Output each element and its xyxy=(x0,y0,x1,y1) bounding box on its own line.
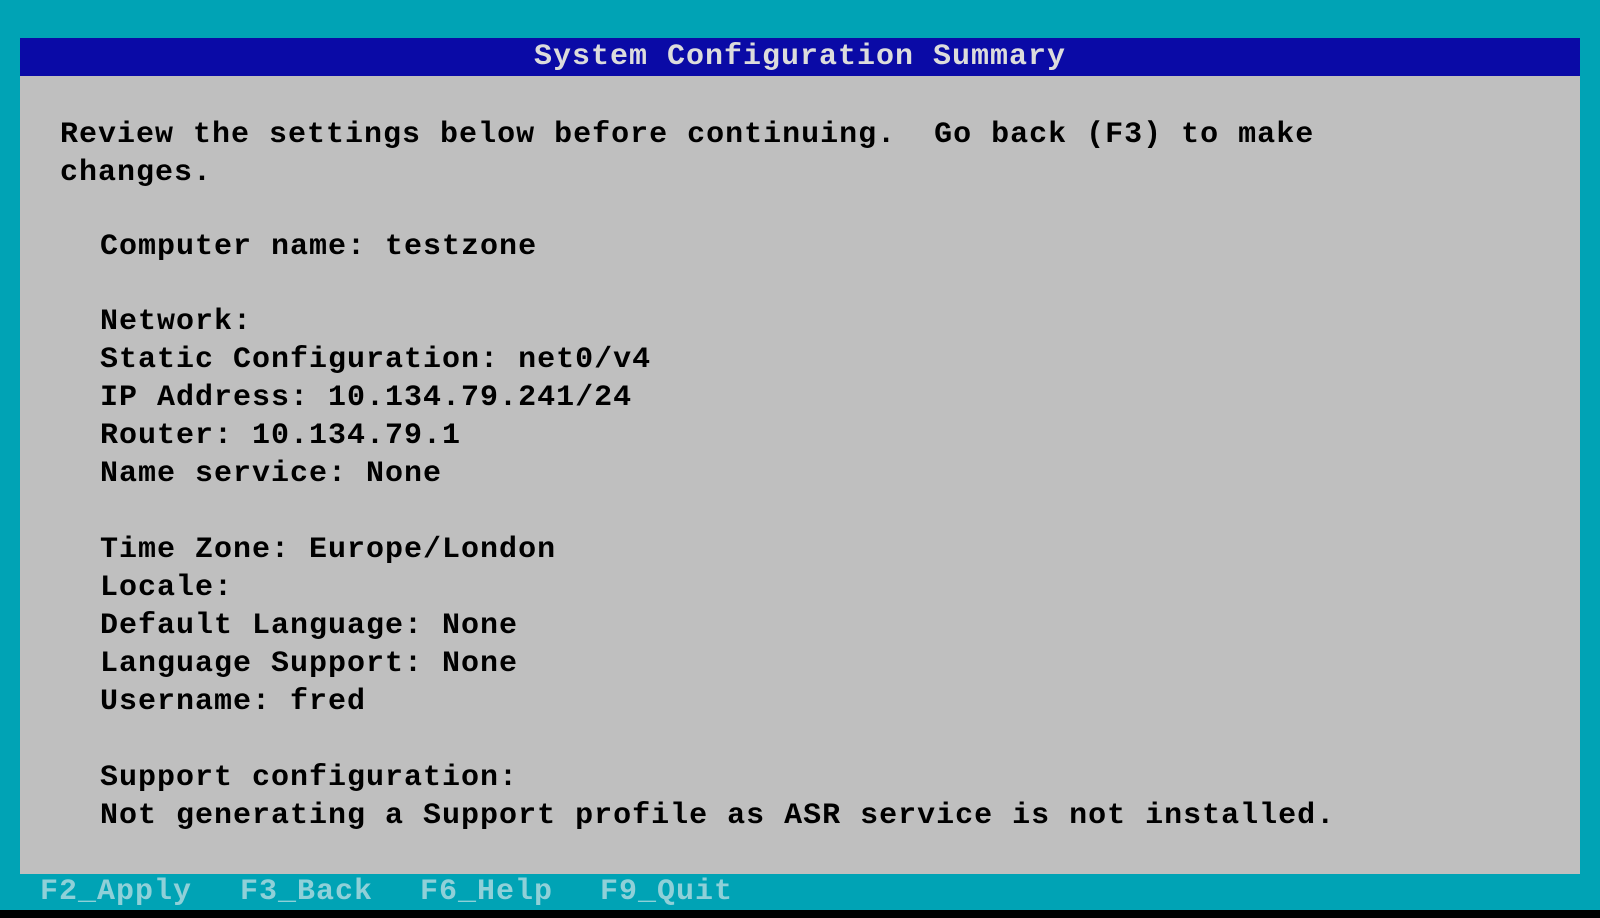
support-header: Support configuration: xyxy=(100,761,519,795)
language-support-row: Language Support: None xyxy=(100,647,519,681)
time-zone-row: Time Zone: Europe/London xyxy=(100,533,557,567)
router-row: Router: 10.134.79.1 xyxy=(100,419,462,453)
intro-line-1: Review the settings below before continu… xyxy=(60,118,1315,152)
locale-header: Locale: xyxy=(100,571,234,605)
bottom-border xyxy=(0,910,1600,918)
f2-apply-key[interactable]: F2_Apply xyxy=(40,874,192,910)
f6-help-key[interactable]: F6_Help xyxy=(420,874,553,910)
f9-quit-key[interactable]: F9_Quit xyxy=(600,874,733,910)
screen-title: System Configuration Summary xyxy=(20,38,1580,76)
computer-name-row: Computer name: testzone xyxy=(100,230,538,264)
support-note: Not generating a Support profile as ASR … xyxy=(100,799,1336,833)
ip-address-row: IP Address: 10.134.79.241/24 xyxy=(100,381,633,415)
summary-panel: Review the settings below before continu… xyxy=(20,76,1580,874)
f3-back-key[interactable]: F3_Back xyxy=(240,874,373,910)
intro-line-2: changes. xyxy=(60,156,213,190)
default-language-row: Default Language: None xyxy=(100,609,519,643)
network-header: Network: xyxy=(100,305,253,339)
name-service-row: Name service: None xyxy=(100,457,443,491)
static-config-row: Static Configuration: net0/v4 xyxy=(100,343,652,377)
function-key-bar: F2_Apply F3_Back F6_Help F9_Quit xyxy=(0,874,1600,910)
username-row: Username: fred xyxy=(100,685,367,719)
